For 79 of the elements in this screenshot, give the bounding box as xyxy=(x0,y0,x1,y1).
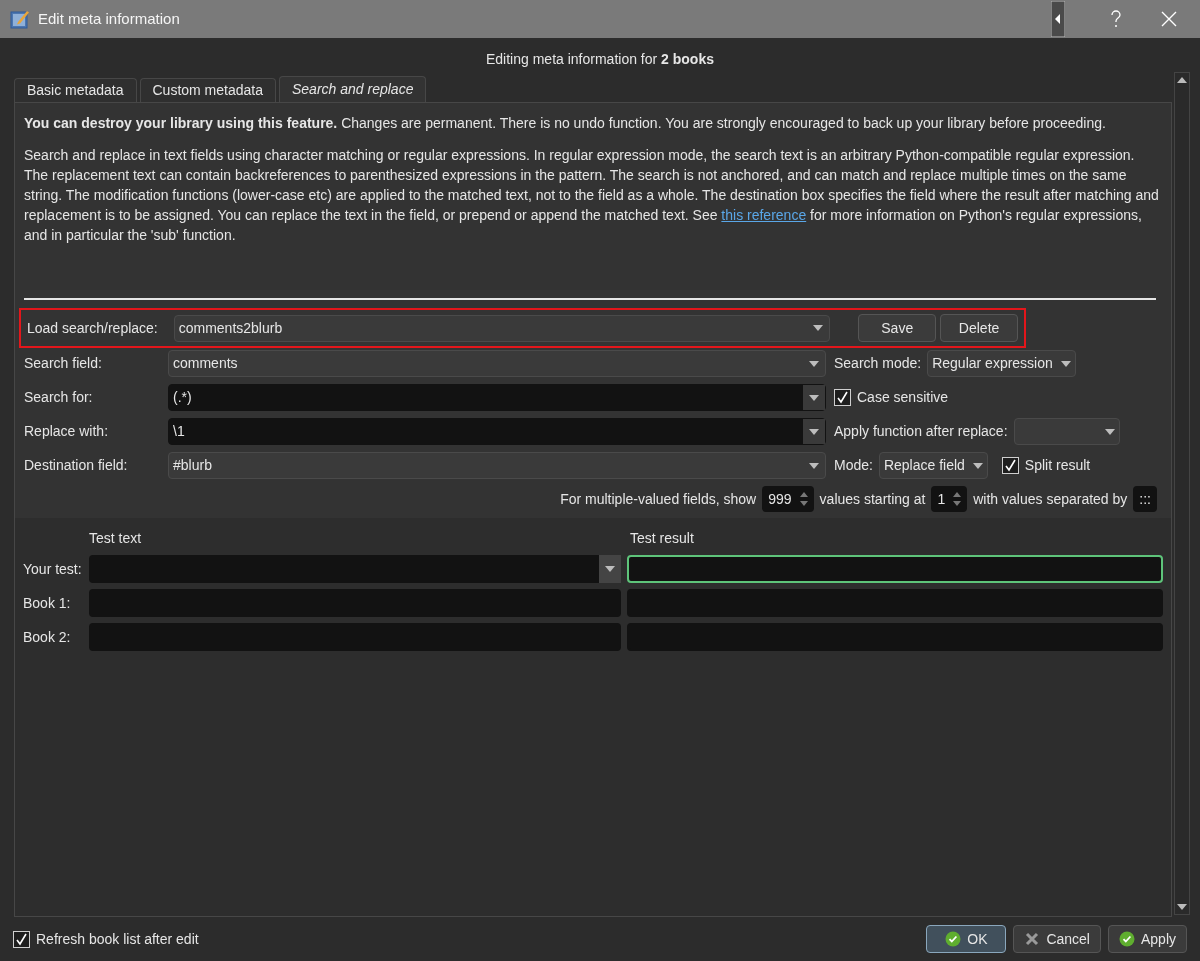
field-value: ::: xyxy=(1139,489,1151,509)
field-label: Apply function after replace: xyxy=(834,422,1008,441)
field-value: comments xyxy=(172,354,239,373)
input-field[interactable] xyxy=(89,589,621,617)
result-field[interactable] xyxy=(627,555,1163,583)
dropdown-arrow-icon xyxy=(605,566,615,572)
spin-value: 1 xyxy=(936,489,947,509)
input-field[interactable]: (.*) xyxy=(168,384,826,411)
field-value: Regular expression xyxy=(932,354,1053,373)
dropdown-arrow-icon xyxy=(1104,428,1115,435)
dropdown-arrow-icon xyxy=(1060,360,1071,367)
dialog-button[interactable]: OK xyxy=(926,925,1007,953)
field-value: comments2blurb xyxy=(177,318,284,338)
checkbox-label: Refresh book list after edit xyxy=(36,929,199,949)
load-combo[interactable]: comments2blurb xyxy=(173,314,831,342)
field-label: values starting at xyxy=(819,489,926,509)
checkbox-label: Split result xyxy=(1024,456,1091,475)
dropdown[interactable]: Replace field xyxy=(878,452,988,479)
check-circle-icon xyxy=(945,931,962,947)
edit-document-icon xyxy=(10,9,30,29)
checkbox[interactable] xyxy=(1001,457,1019,474)
field-value: \1 xyxy=(172,422,186,441)
field-value: Replace field xyxy=(883,456,965,475)
dialog-button[interactable]: Apply xyxy=(1107,925,1187,953)
scroll-handle-icon[interactable] xyxy=(1051,1,1065,37)
row-label: Your test: xyxy=(23,559,83,579)
checkbox[interactable] xyxy=(834,389,851,406)
close-icon[interactable] xyxy=(1161,11,1177,27)
field-value: #blurb xyxy=(172,456,213,475)
tab[interactable]: Custom metadata xyxy=(139,78,276,102)
scroll-up-icon[interactable] xyxy=(1177,77,1187,83)
tab[interactable]: Basic metadata xyxy=(14,78,137,102)
scrollbar[interactable] xyxy=(1174,72,1190,915)
column-header: Test text xyxy=(89,529,143,548)
dropdown[interactable]: Regular expression xyxy=(927,350,1076,377)
spin-value: 999 xyxy=(767,489,793,509)
window-title: Edit meta information xyxy=(38,8,180,29)
dialog-heading: Editing meta information for 2 books xyxy=(486,49,714,69)
field-label: Search for: xyxy=(24,388,94,407)
action-button[interactable]: Delete xyxy=(940,314,1018,342)
input-field[interactable]: \1 xyxy=(168,418,826,445)
field-label: Search field: xyxy=(24,354,103,373)
checkbox[interactable] xyxy=(13,930,30,948)
result-field[interactable] xyxy=(627,589,1163,617)
x-icon xyxy=(1024,931,1041,947)
checkbox-label: Case sensitive xyxy=(857,388,949,407)
dropdown-arrow-icon xyxy=(809,462,819,469)
spin-box[interactable]: 999 xyxy=(762,486,814,512)
dropdown-arrow-icon xyxy=(813,325,824,331)
tab[interactable]: Search and replace xyxy=(279,76,427,102)
input-field[interactable]: ::: xyxy=(1133,486,1157,512)
action-button[interactable]: Save xyxy=(858,314,937,342)
scroll-down-icon[interactable] xyxy=(1177,904,1187,910)
field-label: Destination field: xyxy=(24,456,129,475)
dropdown-arrow-icon xyxy=(809,428,819,435)
column-header: Test result xyxy=(630,529,695,548)
row-label: Book 1: xyxy=(23,593,72,613)
result-field[interactable] xyxy=(627,623,1163,651)
field-label: Search mode: xyxy=(834,354,922,373)
dropdown[interactable]: #blurb xyxy=(168,452,826,479)
input-field[interactable] xyxy=(89,623,621,651)
description-text: Search and replace in text fields using character matching or regular expressions. In regular expression mode, the search text is an arbitrary Python-compatible regular expression. The replacement text can contain backreferences to parenthesized expressions in the pattern. The search is not anchored, and can match and replace multiple times on the same string. The modification functions (lower-case etc) are applied to the matched text, not to the field as a whole. The destination box specifies the field where the result after matching and replacement is to be assigned. You can replace the text in the field, or prepend or append the matched text. See this reference for more information on Python's regular expressions, and in particular the 'sub' function. xyxy=(24,146,1160,245)
field-label: Replace with: xyxy=(24,422,110,441)
field-label: Mode: xyxy=(834,456,873,475)
dropdown[interactable]: comments xyxy=(168,350,826,377)
field-label: with values separated by xyxy=(973,489,1128,509)
field-value: (.*) xyxy=(172,388,193,407)
help-icon[interactable] xyxy=(1109,9,1123,29)
dropdown-arrow-icon xyxy=(809,394,819,401)
field-label: For multiple-valued fields, show xyxy=(560,489,757,509)
dropdown-arrow-icon xyxy=(809,360,819,367)
dropdown-arrow-icon xyxy=(972,462,983,469)
dialog-button[interactable]: Cancel xyxy=(1013,925,1101,953)
reference-link[interactable]: this reference xyxy=(721,207,807,223)
field-label: Load search/replace: xyxy=(27,318,159,338)
spin-box[interactable]: 1 xyxy=(931,486,968,512)
warning-text: You can destroy your library using this feature. Changes are permanent. There is no undo function. You are strongly encouraged to back up your library before proceeding. xyxy=(24,114,1107,133)
row-label: Book 2: xyxy=(23,627,72,647)
check-circle-icon xyxy=(1118,931,1135,947)
